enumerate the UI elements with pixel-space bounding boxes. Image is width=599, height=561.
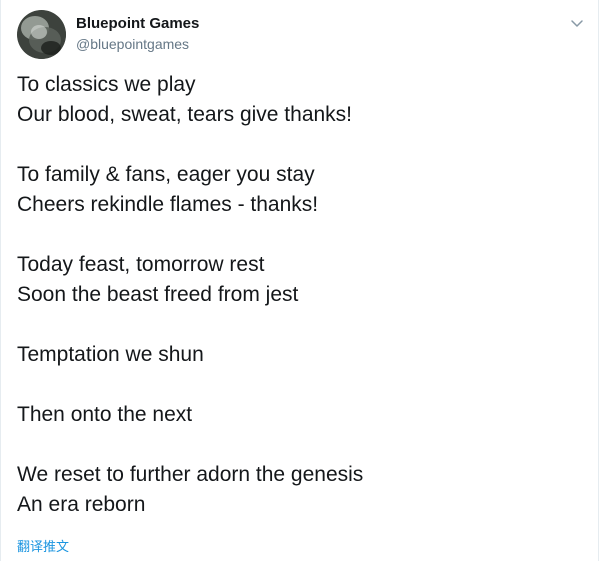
tweet-line: We reset to further adorn the genesis: [17, 463, 364, 486]
author-names: Bluepoint Games @bluepointgames: [76, 14, 199, 54]
tweet-line: Our blood, sweat, tears give thanks!: [17, 103, 353, 126]
tweet-line: Temptation we shun: [17, 343, 204, 366]
tweet-line: Today feast, tomorrow rest: [17, 253, 265, 276]
translate-tweet-link[interactable]: 翻译推文: [17, 538, 69, 556]
user-handle[interactable]: @bluepointgames: [76, 34, 199, 54]
tweet-line: Then onto the next: [17, 403, 193, 426]
avatar-image: [17, 10, 66, 59]
tweet-card: Bluepoint Games @bluepointgames To class…: [0, 0, 599, 561]
chevron-down-icon[interactable]: [570, 16, 584, 30]
tweet-line: Cheers rekindle flames - thanks!: [17, 193, 319, 216]
tweet-text: To classics we play Our blood, sweat, te…: [17, 70, 587, 520]
tweet-line: An era reborn: [17, 493, 146, 516]
avatar[interactable]: [17, 10, 66, 59]
tweet-line: To classics we play: [17, 73, 196, 96]
tweet-line: Soon the beast freed from jest: [17, 283, 299, 306]
display-name[interactable]: Bluepoint Games: [76, 14, 199, 34]
tweet-line: To family & fans, eager you stay: [17, 163, 315, 186]
